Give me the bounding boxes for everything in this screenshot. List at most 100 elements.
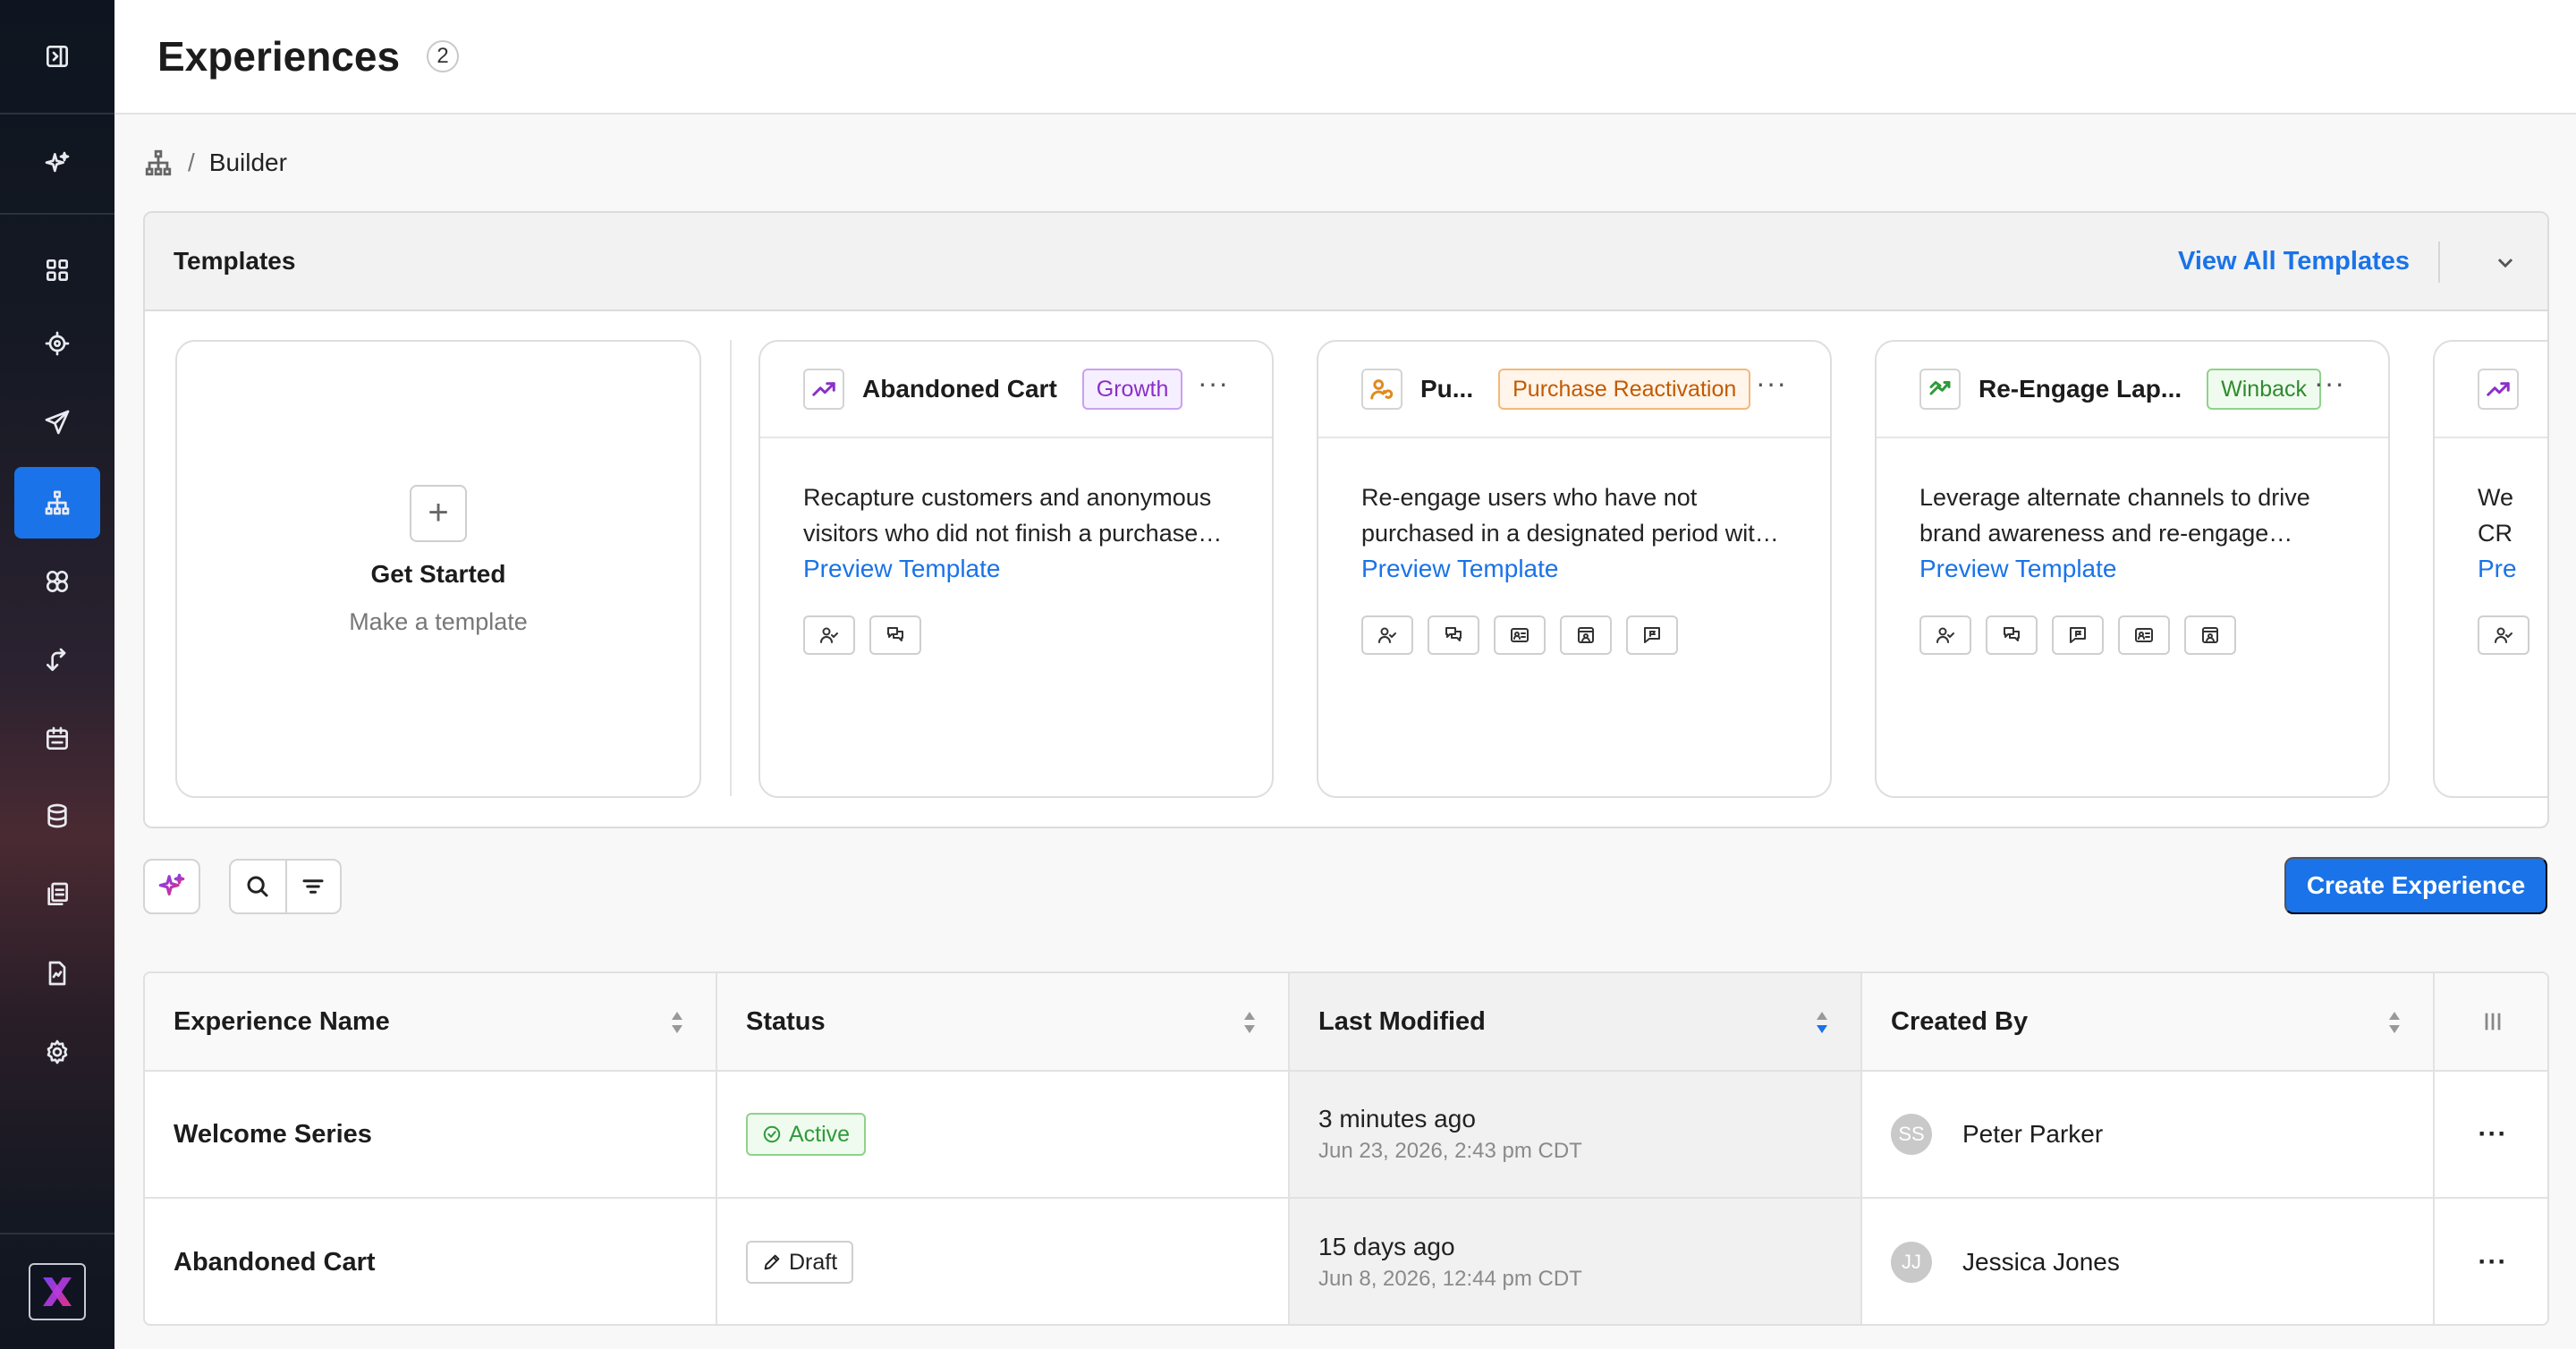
templates-panel: Templates View All Templates + Get Start… <box>143 211 2549 828</box>
header-divider <box>2438 242 2440 283</box>
segments-icon <box>47 571 68 592</box>
return-icon <box>47 648 66 671</box>
column-header-name[interactable]: Experience Name <box>145 973 717 1070</box>
sidebar-item-segments[interactable] <box>14 546 100 617</box>
database-icon <box>47 803 67 828</box>
modified-relative: 15 days ago <box>1318 1233 1455 1260</box>
experience-count-badge: 2 <box>427 40 460 72</box>
preview-template-link[interactable]: Preview Template <box>1361 551 1787 587</box>
column-label: Created By <box>1891 1006 2029 1036</box>
template-tag: Winback <box>2207 369 2322 410</box>
sort-icon[interactable] <box>1241 1010 1258 1035</box>
sort-icon[interactable] <box>669 1010 685 1035</box>
user-check-icon <box>1361 615 1413 655</box>
trending-up-icon <box>2478 369 2519 410</box>
preview-template-link[interactable]: Preview Template <box>1919 551 2345 587</box>
collapse-sidebar-button[interactable] <box>0 0 114 115</box>
preview-template-link[interactable]: Preview Template <box>803 551 1229 587</box>
filter-button[interactable] <box>284 861 340 912</box>
message-flag-icon <box>2052 615 2104 655</box>
template-card[interactable]: Re-Engage Lap... Winback ··· Leverage al… <box>1875 340 2390 798</box>
inbox-user-icon <box>2184 615 2236 655</box>
id-card-icon <box>1494 615 1546 655</box>
pencil-icon <box>764 1254 780 1270</box>
more-options-icon[interactable]: ··· <box>1756 369 1787 397</box>
column-header-last-modified[interactable]: Last Modified <box>1290 973 1862 1070</box>
row-actions-icon[interactable]: ··· <box>2479 1247 2508 1277</box>
creator-name: Jessica Jones <box>1962 1248 2120 1276</box>
filter-icon <box>302 879 324 894</box>
sidebar-item-reports[interactable] <box>14 938 100 1009</box>
avatar: SS <box>1891 1114 1932 1155</box>
column-settings-button[interactable] <box>2435 973 2547 1070</box>
sidebar-item-campaigns[interactable] <box>14 386 100 458</box>
template-card[interactable]: Abandoned Cart Growth ··· Recapture cust… <box>758 340 1274 798</box>
template-card[interactable]: Pu... Purchase Reactivation ··· Re-engag… <box>1317 340 1832 798</box>
id-card-icon <box>2118 615 2170 655</box>
view-all-templates-link[interactable]: View All Templates <box>2178 247 2410 276</box>
breadcrumb: / Builder <box>143 143 287 182</box>
sidebar-item-data[interactable] <box>14 780 100 852</box>
status-badge: Draft <box>746 1241 854 1284</box>
sidebar-item-experiences[interactable] <box>14 467 100 539</box>
sparkle-icon <box>45 151 70 173</box>
sidebar-footer <box>0 1233 114 1349</box>
sidebar-item-dashboard[interactable] <box>14 234 100 306</box>
template-description: We CRI <box>2478 484 2513 547</box>
table-row[interactable]: Welcome Series Active 3 minutes ago Jun … <box>145 1072 2547 1199</box>
sidebar-item-calendar[interactable] <box>14 703 100 775</box>
chat-icon <box>1428 615 1479 655</box>
ai-sparkle-button[interactable] <box>143 859 200 914</box>
template-tag: Purchase Reactivation <box>1498 369 1751 410</box>
get-started-card[interactable]: + Get Started Make a template <box>175 340 701 798</box>
search-button[interactable] <box>231 861 285 912</box>
sidebar-item-targeting[interactable] <box>14 308 100 379</box>
template-title: Pu... <box>1420 375 1474 403</box>
template-card[interactable]: We CRI Pre <box>2433 340 2547 798</box>
library-icon <box>47 882 68 905</box>
templates-title: Templates <box>174 247 296 275</box>
template-title: Re-Engage Lap... <box>1979 375 2182 403</box>
chat-icon <box>869 615 921 655</box>
column-label: Last Modified <box>1318 1006 1486 1036</box>
ai-assistant-button[interactable] <box>0 115 114 215</box>
sidebar-item-journeys[interactable] <box>14 624 100 696</box>
sort-icon[interactable] <box>2386 1010 2402 1035</box>
brand-logo[interactable] <box>29 1263 86 1320</box>
row-actions-icon[interactable]: ··· <box>2479 1119 2508 1150</box>
check-circle-icon <box>763 1125 781 1143</box>
experience-name[interactable]: Welcome Series <box>145 1072 717 1197</box>
breadcrumb-current: Builder <box>208 148 287 176</box>
experience-name[interactable]: Abandoned Cart <box>145 1199 717 1324</box>
more-options-icon[interactable]: ··· <box>2314 369 2345 397</box>
template-tag: Growth <box>1081 369 1183 410</box>
table-row[interactable]: Abandoned Cart Draft 15 days ago Jun 8, … <box>145 1199 2547 1324</box>
page-title: Experiences <box>157 33 401 80</box>
create-experience-button[interactable]: Create Experience <box>2284 857 2547 914</box>
template-description: Leverage alternate channels to drive bra… <box>1919 484 2310 547</box>
templates-header: Templates View All Templates <box>145 213 2547 311</box>
get-started-title: Get Started <box>370 559 506 588</box>
breadcrumb-separator: / <box>188 148 195 176</box>
columns-icon <box>2485 1013 2501 1031</box>
column-label: Experience Name <box>174 1006 390 1036</box>
sidebar <box>0 0 114 1349</box>
more-options-icon[interactable]: ··· <box>1198 369 1229 397</box>
user-check-icon <box>803 615 855 655</box>
sort-descending-icon[interactable] <box>1814 1010 1830 1035</box>
sitemap-icon <box>45 490 70 515</box>
column-header-status[interactable]: Status <box>717 973 1290 1070</box>
status-badge: Active <box>746 1113 867 1156</box>
chevron-down-icon <box>2497 259 2513 268</box>
sidebar-item-library[interactable] <box>14 859 100 930</box>
sitemap-icon[interactable] <box>143 148 174 178</box>
modified-relative: 3 minutes ago <box>1318 1105 1476 1133</box>
chat-icon <box>1986 615 2038 655</box>
get-started-subtitle: Make a template <box>349 607 528 635</box>
collapse-templates-button[interactable] <box>2490 247 2521 277</box>
preview-template-link[interactable]: Pre <box>2478 551 2547 587</box>
column-header-created-by[interactable]: Created By <box>1862 973 2435 1070</box>
creator-name: Peter Parker <box>1962 1120 2104 1148</box>
send-icon <box>45 410 70 435</box>
sidebar-item-settings[interactable] <box>14 1016 100 1088</box>
